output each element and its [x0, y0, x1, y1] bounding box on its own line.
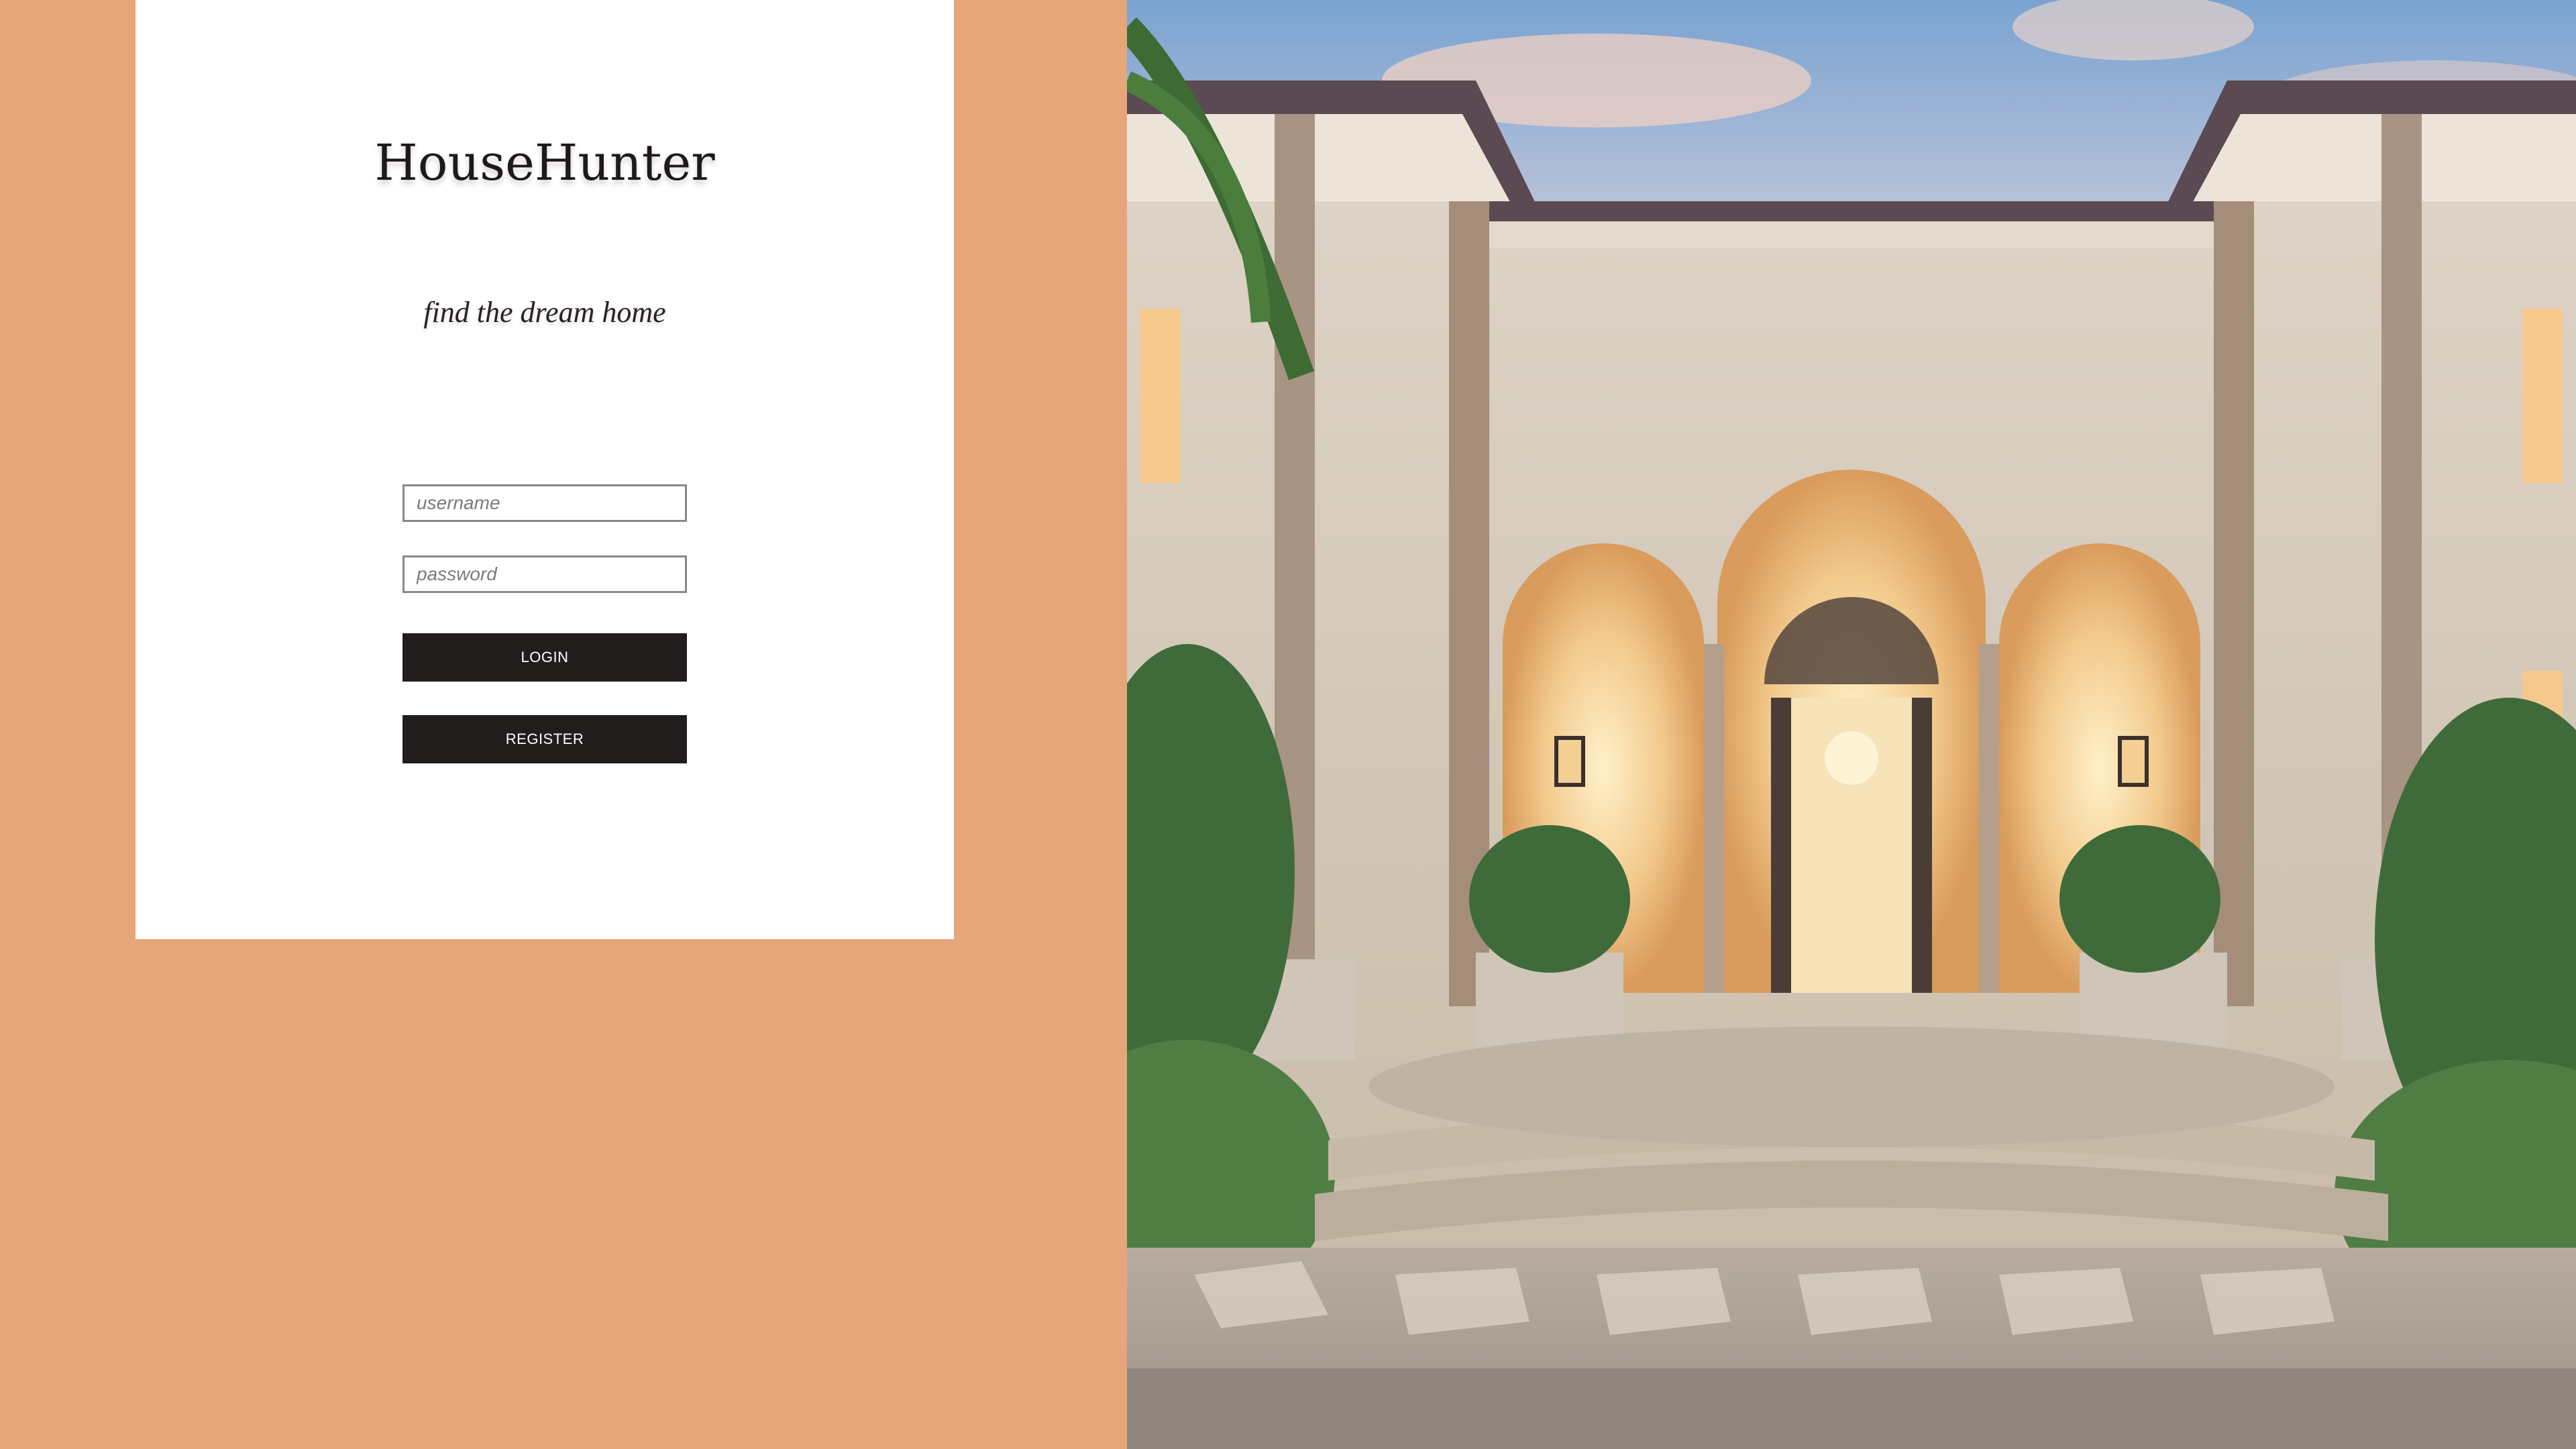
register-button[interactable]: REGISTER [402, 715, 687, 763]
tagline: find the dream home [423, 296, 666, 329]
username-input[interactable] [402, 484, 687, 522]
login-button[interactable]: LOGIN [402, 633, 687, 682]
app-title: HouseHunter [374, 134, 715, 192]
login-page: HouseHunter find the dream home LOGIN RE… [0, 0, 2576, 1449]
password-input[interactable] [402, 555, 687, 593]
login-card: HouseHunter find the dream home LOGIN RE… [136, 0, 954, 939]
villa-illustration [1127, 0, 2576, 1449]
hero-image [1127, 0, 2576, 1449]
